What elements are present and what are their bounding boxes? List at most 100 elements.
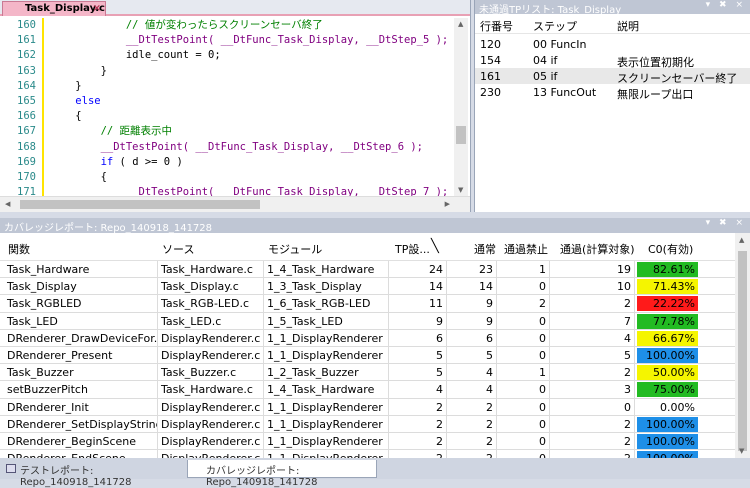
scroll-left-icon[interactable]: ◀ — [5, 200, 10, 208]
header-c0[interactable]: C0(有効) — [648, 241, 693, 257]
tp-count-cell: 11 — [389, 295, 447, 313]
code-token: else — [75, 94, 101, 107]
list-item[interactable]: 161 05 if スクリーンセーバー終了 — [475, 68, 750, 85]
description-cell: 無限ループ出口 — [617, 88, 694, 101]
c0-coverage-cell: 100.00% — [637, 416, 698, 432]
code-line[interactable]: 170 { — [0, 169, 470, 186]
code-line[interactable]: 171 __DtTestPoint( __DtFunc_Task_Display… — [0, 185, 470, 196]
code-line[interactable]: 168 __DtTestPoint( __DtFunc_Task_Display… — [0, 139, 470, 155]
table-row[interactable]: DRenderer_DrawDeviceFor... DisplayRendere… — [0, 329, 735, 347]
scroll-up-icon[interactable]: ▲ — [739, 236, 744, 244]
header-tp[interactable]: TP設... — [395, 241, 430, 257]
code-line[interactable]: 165 else — [0, 93, 470, 110]
pass-count-cell: 4 — [447, 381, 497, 399]
tab-test-report[interactable]: テストレポート: Repo_140918_141728 — [2, 460, 184, 488]
pass-calc-cell: 2 — [550, 432, 635, 450]
header-module[interactable]: モジュール — [268, 241, 322, 257]
code-line[interactable]: 163 } — [0, 63, 470, 79]
pane-controls-icon[interactable]: ▾ ✖ × — [706, 0, 746, 10]
header-pass[interactable]: 通常 — [474, 241, 496, 257]
tp-count-cell: 5 — [389, 364, 447, 382]
code-line[interactable]: 167 // 距離表示中 — [0, 124, 470, 140]
scrollbar-thumb[interactable] — [738, 251, 747, 451]
table-row[interactable]: DRenderer_Present DisplayRenderer.c 1_1_Di… — [0, 346, 735, 365]
list-item[interactable]: 154 04 if 表示位置初期化 — [475, 52, 750, 69]
table-row[interactable]: DRenderer_BeginScene DisplayRenderer.c 1_1… — [0, 432, 735, 451]
tab-coverage-report[interactable]: カバレッジレポート: Repo_140918_141728 — [187, 460, 377, 488]
code-line[interactable]: 161 __DtTestPoint( __DtFunc_Task_Display… — [0, 33, 470, 49]
tab-task-display-c[interactable]: Task_Display.c × — [2, 1, 106, 16]
line-number: 165 — [17, 94, 36, 107]
untested-tp-list-pane: 未通過TPリスト: Task_Display ▾ ✖ × 行番号 ステップ 説明… — [474, 0, 750, 212]
module-cell: 1_6_Task_RGB-LED — [264, 295, 389, 313]
line-number: 164 — [17, 79, 36, 92]
code-token: } — [50, 64, 107, 77]
tp-count-cell: 6 — [389, 329, 447, 347]
table-row[interactable]: DRenderer_SetDisplayString DisplayRendere… — [0, 415, 735, 433]
header-function[interactable]: 関数 — [8, 241, 30, 257]
line-number: 163 — [17, 64, 36, 77]
coverage-vertical-scrollbar[interactable]: ▲ ▼ — [735, 233, 750, 458]
code-line[interactable]: 166 { — [0, 109, 470, 125]
sort-descending-icon[interactable]: ╲ — [431, 239, 439, 254]
line-number: 166 — [17, 110, 36, 123]
change-indicator — [42, 109, 44, 125]
scroll-right-icon[interactable]: ▶ — [445, 200, 450, 208]
header-description[interactable]: 説明 — [617, 18, 639, 34]
header-line-no[interactable]: 行番号 — [480, 18, 513, 34]
pass-count-cell: 23 — [447, 261, 497, 278]
scrollbar-thumb[interactable] — [20, 200, 260, 209]
c0-coverage-cell: 77.78% — [637, 313, 698, 329]
list-item[interactable]: 120 00 FuncIn — [475, 36, 750, 52]
code-line[interactable]: 160 // 値が変わったらスクリーンセーバ終了 — [0, 18, 470, 34]
table-row[interactable]: Task_Buzzer Task_Buzzer.c 1_2_Task_Buzzer 5… — [0, 364, 735, 382]
table-row[interactable]: setBuzzerPitch Task_Hardware.c 1_4_Task_Ha… — [0, 381, 735, 399]
table-row[interactable]: Task_RGBLED Task_RGB-LED.c 1_6_Task_RGB-LE… — [0, 295, 735, 313]
editor-vertical-scrollbar[interactable]: ▲ ▼ — [454, 18, 468, 196]
list-header: 行番号 ステップ 説明 — [475, 14, 750, 34]
table-row[interactable]: Task_LED Task_LED.c 1_5_Task_LED 9 9 0 7 77.78% — [0, 312, 735, 330]
module-cell: 1_1_DisplayRenderer — [264, 329, 389, 347]
close-icon[interactable]: × — [93, 3, 101, 14]
code-token: __DtTestPoint( __DtFunc_Task_Display, __… — [125, 34, 449, 47]
list-item[interactable]: 230 13 FuncOut 無限ループ出口 — [475, 84, 750, 101]
code-line[interactable]: 164 } — [0, 78, 470, 94]
tp-count-cell: 5 — [389, 346, 447, 364]
header-step[interactable]: ステップ — [533, 18, 577, 34]
pass-count-cell: 2 — [447, 432, 497, 450]
table-row[interactable]: Task_Hardware Task_Hardware.c 1_4_Task_Har… — [0, 261, 735, 279]
source-cell: Task_Hardware.c — [158, 381, 264, 399]
table-row[interactable]: Task_Display Task_Display.c 1_3_Task_Displ… — [0, 278, 735, 296]
prohibited-count-cell: 0 — [497, 329, 550, 347]
editor-horizontal-scrollbar[interactable]: ◀ ▶ — [0, 196, 470, 212]
c0-coverage-cell: 75.00% — [637, 382, 698, 398]
line-number: 168 — [17, 140, 36, 153]
prohibited-count-cell: 0 — [497, 312, 550, 330]
tp-count-cell: 2 — [389, 398, 447, 416]
code-area[interactable]: 160 // 値が変わったらスクリーンセーバ終了 161 __DtTestPoin… — [0, 18, 470, 196]
scroll-down-icon[interactable]: ▼ — [458, 186, 463, 194]
table-row[interactable]: DRenderer_Init DisplayRenderer.c 1_1_Displ… — [0, 398, 735, 416]
change-indicator — [42, 18, 44, 34]
pass-calc-cell: 4 — [550, 329, 635, 347]
code-text: } — [50, 64, 107, 79]
header-prohibited[interactable]: 通過禁止 — [504, 241, 548, 257]
source-cell: DisplayRenderer.c — [158, 415, 264, 433]
prohibited-count-cell: 2 — [497, 295, 550, 313]
code-line[interactable]: 169 if ( d >= 0 ) — [0, 154, 470, 170]
source-cell: Task_LED.c — [158, 312, 264, 330]
scrollbar-thumb[interactable] — [456, 126, 466, 144]
tp-count-cell: 2 — [389, 432, 447, 450]
pass-calc-cell: 5 — [550, 346, 635, 364]
pass-count-cell: 4 — [447, 364, 497, 382]
source-cell: DisplayRenderer.c — [158, 329, 264, 347]
pane-controls-icon[interactable]: ▾ ✖ × — [706, 218, 746, 228]
code-line[interactable]: 162 idle_count = 0; — [0, 48, 470, 64]
code-text: idle_count = 0; — [50, 48, 221, 63]
scroll-down-icon[interactable]: ▼ — [739, 447, 744, 455]
header-source[interactable]: ソース — [162, 241, 194, 257]
header-pass-calc[interactable]: 通過(計算対象) — [560, 241, 635, 257]
change-indicator — [42, 124, 44, 140]
scroll-up-icon[interactable]: ▲ — [458, 20, 463, 28]
module-cell: 1_1_DisplayRenderer — [264, 432, 389, 450]
